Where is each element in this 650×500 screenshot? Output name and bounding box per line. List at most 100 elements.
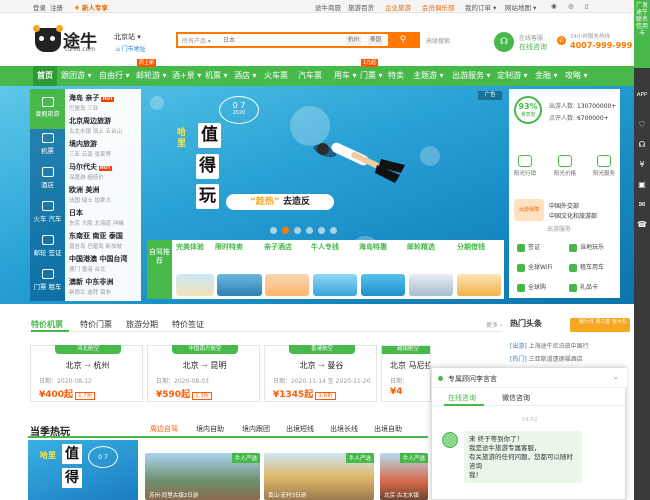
nav-cruise[interactable]: 邮轮游 ▾ xyxy=(136,70,167,81)
nav-home[interactable]: 首页 xyxy=(33,66,57,86)
nav-group-tour[interactable]: 跟团游 ▾ xyxy=(61,70,92,81)
promo-image[interactable] xyxy=(457,274,501,296)
destination-item[interactable]: 马尔代夫 HOT 深度游 超低价 xyxy=(69,162,139,181)
promo-item[interactable]: 邮轮精选 xyxy=(407,243,435,251)
nav-flights[interactable]: 机票 ▾ xyxy=(205,70,228,81)
login-link[interactable]: 登录 xyxy=(33,2,46,12)
search-hot-tag[interactable]: 杭州 xyxy=(346,36,362,45)
promo-image[interactable] xyxy=(265,274,309,296)
promo-image[interactable] xyxy=(409,274,453,296)
nav-hotels[interactable]: 酒店 ▾ xyxy=(234,70,257,81)
sunshine-price[interactable]: 阳光价格 xyxy=(554,155,576,177)
tab-special-flights[interactable]: 特价机票 xyxy=(31,319,63,330)
nav-finance[interactable]: 金融 ▾ xyxy=(535,70,558,81)
nav-car[interactable]: 用车 ▾ xyxy=(334,70,357,81)
carousel-dot[interactable] xyxy=(294,227,301,234)
destination-item[interactable]: 境内旅游 三亚 云南 张家界 xyxy=(69,139,139,158)
service-visa[interactable]: 签证 xyxy=(517,242,540,252)
promo-item[interactable]: 分期借钱 xyxy=(457,243,485,251)
promo-image[interactable] xyxy=(313,274,357,296)
service-car-rental[interactable]: 租车用车 xyxy=(569,262,604,272)
carousel-dot[interactable] xyxy=(330,227,337,234)
sunshine-service[interactable]: 阳光服务 xyxy=(593,155,615,177)
chevron-down-icon[interactable]: ⌄ xyxy=(612,372,619,381)
topbar-link-business[interactable]: 途牛商旅 xyxy=(315,2,341,12)
city-selector[interactable]: 北京站 ▾ xyxy=(114,32,141,42)
category-cruise-visa[interactable]: 邮轮 签证 xyxy=(30,235,65,257)
carousel-dot[interactable] xyxy=(270,227,277,234)
carousel-dot[interactable] xyxy=(318,227,325,234)
tab-hot-domestic-free[interactable]: 境内自助 xyxy=(196,424,224,434)
topbar-link-goods[interactable]: 旅游百货 xyxy=(348,2,374,12)
headset-icon[interactable]: ☊ xyxy=(637,140,647,150)
tab-special-visa[interactable]: 特价签证 xyxy=(172,319,204,330)
nav-custom[interactable]: 定制游 ▾ xyxy=(497,70,528,81)
tab-online-chat[interactable]: 在线咨询 xyxy=(448,393,476,403)
category-train-bus[interactable]: 火车 汽车 xyxy=(30,201,65,223)
tab-hot-short-outbound[interactable]: 出境短线 xyxy=(286,424,314,434)
headline-item[interactable]: [热门] 三亚斯道遗德福酒店 xyxy=(510,354,583,363)
headline-item[interactable]: [出游] 上海途牛尼泊旅中国行 xyxy=(510,341,589,350)
sunshine-sales[interactable]: 阳光行销 xyxy=(514,155,536,177)
mobile-icon[interactable]: ▯ xyxy=(585,2,589,10)
message-icon[interactable]: ✉ xyxy=(637,200,647,210)
destination-item[interactable]: 欧洲 美洲 法国 瑞士 加拿大 xyxy=(69,185,139,204)
promo-image[interactable] xyxy=(176,274,214,296)
hot-card[interactable]: 牛人严选 北京·古北水镇 xyxy=(380,453,428,500)
nav-guides[interactable]: 攻略 ▾ xyxy=(565,70,588,81)
carousel-dot[interactable] xyxy=(306,227,313,234)
tab-installment[interactable]: 旅游分期 xyxy=(126,319,158,330)
carousel-dot-active[interactable] xyxy=(282,227,289,234)
promo-item[interactable]: 完美体验 xyxy=(176,243,204,251)
destination-item[interactable]: 东南亚 南亚 泰国 普吉岛 巴厘岛 新加坡 xyxy=(69,231,139,250)
nav-travel-service[interactable]: 出游服务 ▾ xyxy=(452,70,491,81)
flight-card[interactable]: 中国南方航空 北京 → 昆明 日期：2020-08-03 ¥590起 1.3折 xyxy=(147,345,260,402)
gift-icon[interactable]: ▣ xyxy=(637,180,647,190)
promo-item[interactable]: 海岛特惠 xyxy=(359,243,387,251)
destination-item[interactable]: 海岛 亲子 HOT 巴厘岛 三亚 xyxy=(69,93,139,112)
nav-deals[interactable]: 特卖 xyxy=(388,70,404,81)
flight-card[interactable]: 河北航空 北京 → 杭州 日期：2020-08-12 ¥400起 1.7折 xyxy=(30,345,143,402)
weibo-icon[interactable]: ◉ xyxy=(551,2,557,10)
promo-image[interactable] xyxy=(217,274,262,296)
store-address-link[interactable]: ⌂ 门市地址 xyxy=(116,44,146,53)
promo-image[interactable] xyxy=(361,274,405,296)
service-local-fun[interactable]: 当地玩乐 xyxy=(569,242,604,252)
nav-hotel-scenic[interactable]: 酒+景 ▾ xyxy=(172,70,201,81)
category-hotels[interactable]: 酒店 xyxy=(30,167,65,189)
newbie-link[interactable]: ♦ 新人专享 xyxy=(74,2,108,12)
hot-banner-card[interactable]: 哈里 值 得 0 7 xyxy=(28,440,138,500)
topbar-link-orders[interactable]: 我的订单 ▾ xyxy=(465,2,496,12)
topbar-link-enterprise[interactable]: 企业旅游 xyxy=(385,2,411,12)
nav-tickets[interactable]: 门票 ▾ xyxy=(360,70,383,81)
nav-theme[interactable]: 主题游 ▾ xyxy=(413,70,444,81)
destination-item[interactable]: 中国港澳 中国台湾 澳门 香港 台北 xyxy=(69,254,139,273)
bank-day-banner[interactable]: 银行日 周三签 有大礼 xyxy=(570,318,630,332)
destination-item[interactable]: 日本 东京 大阪 北海道 冲绳 xyxy=(69,208,139,227)
topbar-link-sitemap[interactable]: 网站地图 ▾ xyxy=(505,2,536,12)
search-button[interactable]: ⚲ xyxy=(388,34,418,46)
promo-item[interactable]: 限时特卖 xyxy=(215,243,243,251)
tuniu-logo[interactable]: 途牛 tuniu.com xyxy=(33,25,100,54)
heart-icon[interactable]: ♡ xyxy=(637,120,647,130)
advanced-search-link[interactable]: 高级搜索 xyxy=(426,36,450,45)
tab-hot-long-outbound[interactable]: 出境长线 xyxy=(330,424,358,434)
nav-free-tour[interactable]: 自由行 ▾ xyxy=(99,70,130,81)
more-link[interactable]: 更多 › xyxy=(486,320,502,329)
credit-card-promo[interactable]: 广发途牛联名信用卡 xyxy=(634,0,650,68)
promo-item[interactable]: 亲子酒店 xyxy=(264,243,292,251)
phone-icon[interactable]: ☎ xyxy=(637,220,647,230)
search-hot-tag[interactable]: 泰国 xyxy=(368,36,384,45)
tab-hot-outbound-free[interactable]: 出境自助 xyxy=(374,424,402,434)
tab-hot-driving[interactable]: 周边自驾 xyxy=(150,424,178,434)
tab-wechat-chat[interactable]: 微信咨询 xyxy=(502,393,530,403)
topbar-link-club[interactable]: 会员俱乐部 xyxy=(422,2,455,12)
flight-card[interactable]: 香港航空 北京 → 曼谷 日期：2020-11-14 至 2020-11-20 … xyxy=(264,345,377,402)
flight-card[interactable]: 越南航空 北京 马尼拉 日期： ¥4 xyxy=(381,345,431,402)
coupon-icon[interactable]: ¥ xyxy=(637,160,647,170)
category-vacation[interactable]: 度假旅游 xyxy=(30,89,65,129)
app-link[interactable]: APP xyxy=(635,90,649,100)
wechat-icon[interactable]: ◎ xyxy=(568,2,574,10)
destination-item[interactable]: 澳新 中东非洲 新西兰 迪拜 南非 xyxy=(69,277,139,296)
search-input[interactable] xyxy=(223,35,323,46)
